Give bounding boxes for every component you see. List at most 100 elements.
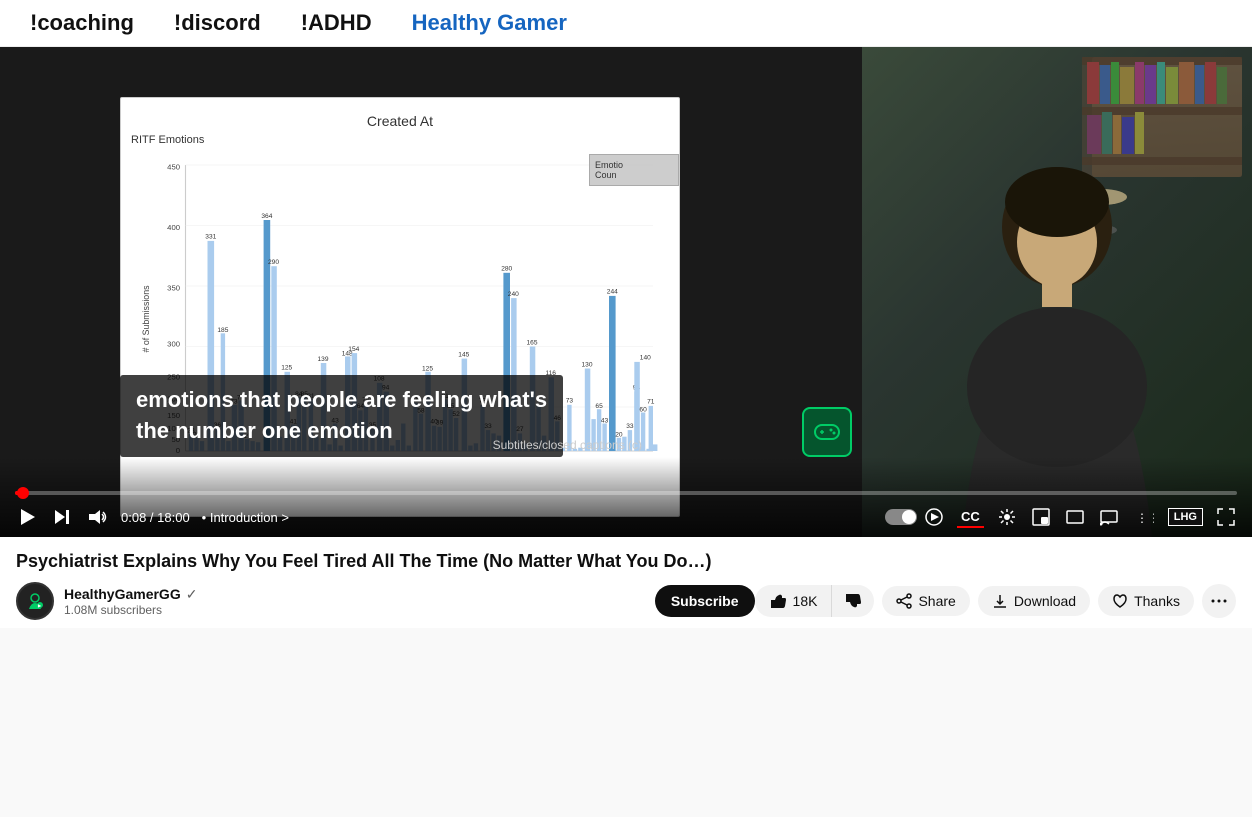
video-controls: 0:08 / 18:00 • Introduction > CC: [0, 457, 1252, 537]
progress-fill: [15, 491, 24, 495]
video-title: Psychiatrist Explains Why You Feel Tired…: [16, 551, 1236, 572]
channel-row: ▶ HealthyGamerGG ✓ 1.08M subscribers Sub…: [16, 582, 1236, 620]
gamepad-icon: [812, 417, 842, 447]
lhg-badge: LHG: [1168, 508, 1203, 526]
share-button[interactable]: Share: [882, 586, 969, 616]
svg-text:364: 364: [261, 213, 272, 220]
fullscreen-icon: [1217, 508, 1235, 526]
volume-button[interactable]: [85, 505, 109, 529]
autoplay-toggle[interactable]: [885, 509, 917, 525]
thumbs-down-icon: [844, 592, 862, 610]
video-info-section: Psychiatrist Explains Why You Feel Tired…: [0, 537, 1252, 628]
volume-icon: [87, 507, 107, 527]
svg-text:125: 125: [281, 365, 292, 372]
svg-text:125: 125: [422, 366, 433, 373]
download-icon: [992, 593, 1008, 609]
thumbs-up-icon: [769, 592, 787, 610]
share-label: Share: [918, 593, 955, 609]
thanks-button[interactable]: Thanks: [1098, 586, 1194, 616]
progress-bar[interactable]: [15, 491, 1237, 495]
svg-text:130: 130: [581, 361, 592, 368]
settings-button[interactable]: [996, 506, 1018, 528]
svg-text:139: 139: [317, 356, 328, 363]
autoplay-toggle-area: [885, 506, 945, 528]
chart-legend: Emotio Coun: [589, 154, 679, 186]
slide-title: Created At: [131, 113, 669, 129]
subscribe-button[interactable]: Subscribe: [655, 585, 755, 617]
subscriber-count: 1.08M subscribers: [64, 603, 639, 617]
like-button[interactable]: 18K: [755, 585, 833, 617]
controls-row: 0:08 / 18:00 • Introduction > CC: [15, 505, 1237, 529]
game-icon-overlay: [802, 407, 852, 457]
svg-text:240: 240: [508, 291, 519, 298]
more-actions-button[interactable]: [1202, 584, 1236, 618]
thanks-label: Thanks: [1134, 593, 1180, 609]
miniplayer-icon: [1032, 508, 1050, 526]
legend-line1: Emotio: [595, 160, 673, 170]
svg-text:⋮⋮: ⋮⋮: [1136, 511, 1154, 525]
svg-text:450: 450: [167, 162, 180, 171]
play-button[interactable]: [15, 505, 39, 529]
next-button[interactable]: [51, 506, 73, 528]
play-circle-icon: [925, 508, 943, 526]
svg-text:244: 244: [607, 289, 618, 296]
miniplayer-button[interactable]: [1030, 506, 1052, 528]
svg-text:71: 71: [647, 399, 655, 406]
slide-subtitle: RITF Emotions: [131, 134, 669, 146]
download-label: Download: [1014, 593, 1076, 609]
legend-line2: Coun: [595, 170, 673, 180]
fullscreen-button[interactable]: [1215, 506, 1237, 528]
verified-badge: ✓: [186, 586, 198, 603]
download-button[interactable]: Download: [978, 586, 1090, 616]
banner-healthy-gamer[interactable]: Healthy Gamer: [412, 10, 567, 36]
svg-text:154: 154: [348, 346, 359, 353]
svg-text:33: 33: [626, 423, 634, 430]
svg-text:73: 73: [566, 398, 574, 405]
cast-icon: [1100, 508, 1118, 526]
like-dislike-group: 18K: [755, 585, 875, 617]
play-next-icon-btn[interactable]: [923, 506, 945, 528]
svg-text:185: 185: [217, 327, 228, 334]
chapter-display[interactable]: • Introduction >: [202, 510, 289, 525]
dislike-button[interactable]: [832, 585, 874, 617]
svg-text:# of Submissions: # of Submissions: [141, 285, 151, 353]
ellipsis-icon: [1209, 591, 1229, 611]
channel-info: HealthyGamerGG ✓ 1.08M subscribers: [64, 586, 639, 617]
svg-text:331: 331: [205, 234, 216, 241]
svg-text:165: 165: [526, 339, 537, 346]
share-icon: [896, 593, 912, 609]
svg-text:60: 60: [639, 406, 647, 413]
theater-icon: [1066, 508, 1084, 526]
skip-next-icon: [53, 508, 71, 526]
more-options-button[interactable]: ⋮⋮: [1132, 505, 1156, 529]
thanks-icon: [1112, 593, 1128, 609]
svg-text:300: 300: [167, 340, 180, 349]
settings-icon: [998, 508, 1016, 526]
svg-text:140: 140: [640, 355, 651, 362]
banner-coaching[interactable]: !coaching: [30, 10, 134, 36]
channel-logo: ▶: [23, 589, 47, 613]
cc-label: CC: [961, 509, 980, 524]
captions-text: emotions that people are feeling what'st…: [136, 387, 547, 443]
subtitles-indicator: Subtitles/closed captions (c): [493, 438, 642, 452]
svg-text:350: 350: [167, 283, 180, 292]
theater-button[interactable]: [1064, 506, 1086, 528]
svg-text:43: 43: [601, 417, 609, 424]
svg-text:65: 65: [595, 403, 603, 410]
more-icon: ⋮⋮: [1134, 507, 1154, 527]
banner-adhd[interactable]: !ADHD: [301, 10, 372, 36]
channel-avatar[interactable]: ▶: [16, 582, 54, 620]
like-count: 18K: [793, 593, 818, 609]
channel-name[interactable]: HealthyGamerGG: [64, 586, 181, 602]
toggle-knob: [902, 510, 916, 524]
svg-text:145: 145: [458, 351, 469, 358]
action-buttons: 18K Share: [755, 584, 1236, 618]
cast-button[interactable]: [1098, 506, 1120, 528]
time-display: 0:08 / 18:00: [121, 510, 190, 525]
svg-text:290: 290: [268, 259, 279, 266]
svg-text:400: 400: [167, 223, 180, 232]
cc-button[interactable]: CC: [957, 507, 984, 528]
video-player[interactable]: Created At RITF Emotions Emotio Coun # o…: [0, 47, 1252, 537]
banner-discord[interactable]: !discord: [174, 10, 261, 36]
top-banner: !coaching !discord !ADHD Healthy Gamer: [0, 0, 1252, 47]
